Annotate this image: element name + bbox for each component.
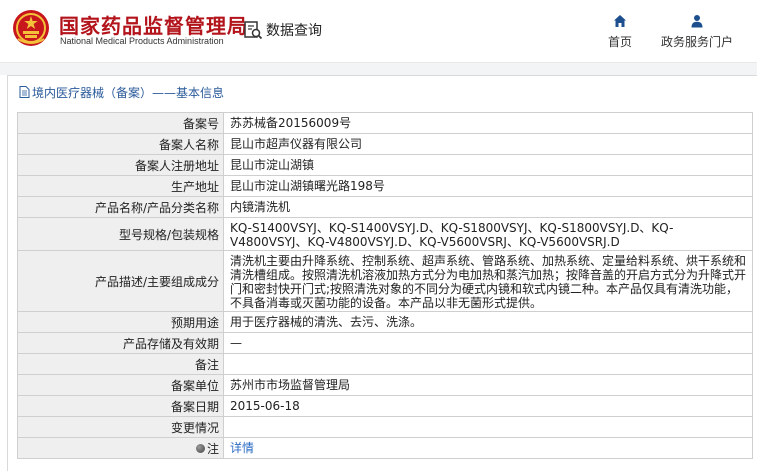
row-label: 产品名称/产品分类名称 [18, 197, 224, 217]
row-label: 产品存储及有效期 [18, 333, 224, 353]
row-value [224, 417, 752, 437]
row-value: 清洗机主要由升降系统、控制系统、超声系统、管路系统、加热系统、定量给料系统、烘干… [230, 254, 747, 310]
row-label: 备案日期 [18, 396, 224, 416]
table-row: 备案日期 2015-06-18 [18, 396, 752, 417]
table-row: 备案人名称 昆山市超声仪器有限公司 [18, 134, 752, 155]
nav-home[interactable]: 首页 [580, 14, 660, 50]
site-header: 国家药品监督管理局 National Medical Products Admi… [0, 0, 757, 62]
note-label-text: 注 [206, 441, 219, 456]
org-name-cn: 国家药品监督管理局 [59, 14, 248, 38]
row-label: 变更情况 [18, 417, 224, 437]
row-label: 预期用途 [18, 312, 224, 332]
row-label: 备案单位 [18, 375, 224, 395]
header-divider-band [0, 62, 757, 75]
data-query-label: 数据查询 [266, 23, 322, 39]
row-label: 型号规格/包装规格 [18, 218, 224, 250]
org-name-en: National Medical Products Administration [60, 36, 224, 46]
row-label: 产品描述/主要组成成分 [18, 251, 224, 311]
row-value: — [230, 336, 242, 350]
breadcrumb-text: 境内医疗器械（备案）——基本信息 [32, 85, 225, 100]
details-link[interactable]: 详情 [230, 441, 254, 455]
home-icon [614, 15, 626, 27]
row-value: 苏苏械备20156009号 [230, 116, 352, 130]
row-value: 昆山市淀山湖镇 [230, 158, 315, 172]
nav-service-portal-label: 政务服务门户 [660, 35, 733, 49]
table-row: 备注 [18, 354, 752, 375]
table-row: 预期用途 用于医疗器械的清洗、去污、洗涤。 [18, 312, 752, 333]
user-icon [691, 15, 703, 28]
table-row: 生产地址 昆山市淀山湖镇曙光路198号 [18, 176, 752, 197]
data-query-link[interactable]: 数据查询 [243, 19, 322, 41]
row-value [224, 354, 752, 374]
table-row: 备案号 苏苏械备20156009号 [18, 113, 752, 134]
nav-service-portal[interactable]: 政务服务门户 [657, 14, 737, 50]
table-row: 变更情况 [18, 417, 752, 438]
row-label: 备注 [18, 354, 224, 374]
data-query-icon [244, 21, 263, 40]
row-label: 备案号 [18, 113, 224, 133]
note-bullet-icon [195, 443, 205, 453]
row-label: 备案人注册地址 [18, 155, 224, 175]
row-label: 备案人名称 [18, 134, 224, 154]
table-row: 产品描述/主要组成成分 清洗机主要由升降系统、控制系统、超声系统、管路系统、加热… [18, 251, 752, 312]
national-emblem-icon [13, 10, 49, 46]
row-value: 昆山市超声仪器有限公司 [230, 137, 363, 151]
table-row: 备案单位 苏州市市场监督管理局 [18, 375, 752, 396]
table-row: 备案人注册地址 昆山市淀山湖镇 [18, 155, 752, 176]
nav-home-label: 首页 [607, 35, 632, 49]
document-icon [19, 86, 30, 98]
row-value: 苏州市市场监督管理局 [230, 378, 351, 392]
detail-panel: 境内医疗器械（备案）——基本信息 备案号 苏苏械备20156009号 备案人名称… [7, 75, 757, 471]
table-row: 型号规格/包装规格 KQ-S1400VSYJ、KQ-S1400VSYJ.D、KQ… [18, 218, 752, 251]
row-value: 昆山市淀山湖镇曙光路198号 [230, 179, 385, 193]
row-value: 2015-06-18 [230, 399, 300, 413]
row-value: 用于医疗器械的清洗、去污、洗涤。 [230, 315, 423, 329]
table-row: 产品存储及有效期 — [18, 333, 752, 354]
table-row: 注 详情 [18, 438, 752, 459]
row-label: 生产地址 [18, 176, 224, 196]
basic-info-table: 备案号 苏苏械备20156009号 备案人名称 昆山市超声仪器有限公司 备案人注… [17, 112, 753, 459]
row-value: 内镜清洗机 [230, 200, 291, 214]
row-value: KQ-S1400VSYJ、KQ-S1400VSYJ.D、KQ-S1800VSYJ… [230, 221, 674, 249]
row-value: 详情 [224, 438, 752, 458]
breadcrumb: 境内医疗器械（备案）——基本信息 [19, 83, 224, 101]
table-row: 产品名称/产品分类名称 内镜清洗机 [18, 197, 752, 218]
row-label-note: 注 [18, 438, 224, 458]
